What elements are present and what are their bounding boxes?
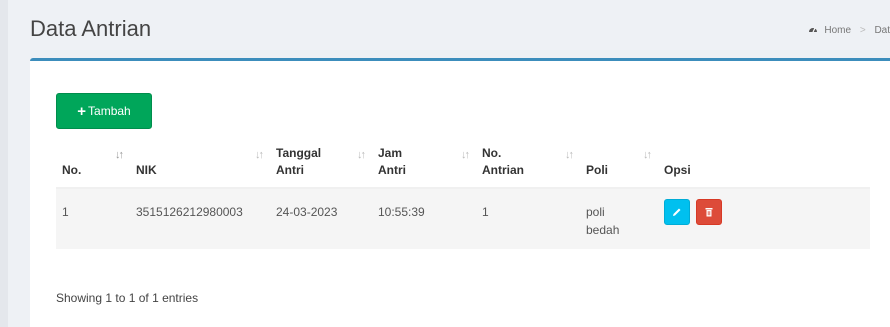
sort-icon: ↓↑ xyxy=(565,149,574,161)
column-header-no[interactable]: ↓↑ No. xyxy=(56,139,130,189)
breadcrumb-separator: > xyxy=(859,25,866,36)
add-button-label: Tambah xyxy=(88,104,131,118)
content-header: Data Antrian Home > Dat xyxy=(8,0,890,58)
trash-icon xyxy=(705,208,713,217)
table-header-row: ↓↑ No. ↓↑ NIK ↓↑ Tanggal Antri ↓↑ Jam An… xyxy=(56,139,870,189)
cell-tanggal: 24-03-2023 xyxy=(270,188,372,249)
column-header-opsi: Opsi xyxy=(658,139,870,189)
table-info: Showing 1 to 1 of 1 entries xyxy=(56,291,199,305)
cell-no: 1 xyxy=(56,188,130,249)
edit-button[interactable] xyxy=(664,199,690,225)
column-label: No. xyxy=(62,163,82,177)
column-label: Poli xyxy=(586,163,609,177)
column-label: Tanggal Antri xyxy=(276,146,322,177)
breadcrumb-current: Dat xyxy=(874,25,890,36)
sort-icon: ↓↑ xyxy=(255,149,264,161)
column-label: Opsi xyxy=(664,163,691,177)
column-label: Jam Antri xyxy=(378,146,406,177)
column-label: NIK xyxy=(136,163,157,177)
sort-icon: ↓↑ xyxy=(643,149,652,161)
cell-poli: poli bedah xyxy=(580,188,658,249)
edit-icon xyxy=(673,208,681,216)
column-header-poli[interactable]: ↓↑ Poli xyxy=(580,139,658,189)
column-header-antrian[interactable]: ↓↑ No. Antrian xyxy=(476,139,580,189)
cell-antrian: 1 xyxy=(476,188,580,249)
breadcrumb: Home > Dat xyxy=(808,24,890,37)
plus-icon: + xyxy=(77,102,87,120)
sort-icon: ↓↑ xyxy=(357,149,366,161)
dashboard-icon xyxy=(808,24,818,37)
column-header-nik[interactable]: ↓↑ NIK xyxy=(130,139,270,189)
cell-jam: 10:55:39 xyxy=(372,188,476,249)
sort-asc-icon: ↓↑ xyxy=(115,149,124,161)
poli-text: poli bedah xyxy=(586,205,620,237)
column-header-jam[interactable]: ↓↑ Jam Antri xyxy=(372,139,476,189)
column-header-tanggal[interactable]: ↓↑ Tanggal Antri xyxy=(270,139,372,189)
cell-nik: 3515126212980003 xyxy=(130,188,270,249)
cell-opsi xyxy=(658,188,870,249)
delete-button[interactable] xyxy=(696,199,723,225)
breadcrumb-home-link[interactable]: Home xyxy=(824,25,851,36)
antrian-table: ↓↑ No. ↓↑ NIK ↓↑ Tanggal Antri ↓↑ Jam An… xyxy=(56,139,870,249)
page-title: Data Antrian xyxy=(30,16,152,41)
sort-icon: ↓↑ xyxy=(461,149,470,161)
add-button[interactable]: + Tambah xyxy=(56,93,152,129)
table-row: 1 3515126212980003 24-03-2023 10:55:39 1… xyxy=(56,188,870,249)
sidebar-edge xyxy=(0,0,8,327)
column-label: No. Antrian xyxy=(482,146,524,177)
data-box: + Tambah ↓↑ No. ↓↑ NIK ↓↑ Tanggal Antri … xyxy=(30,58,890,327)
